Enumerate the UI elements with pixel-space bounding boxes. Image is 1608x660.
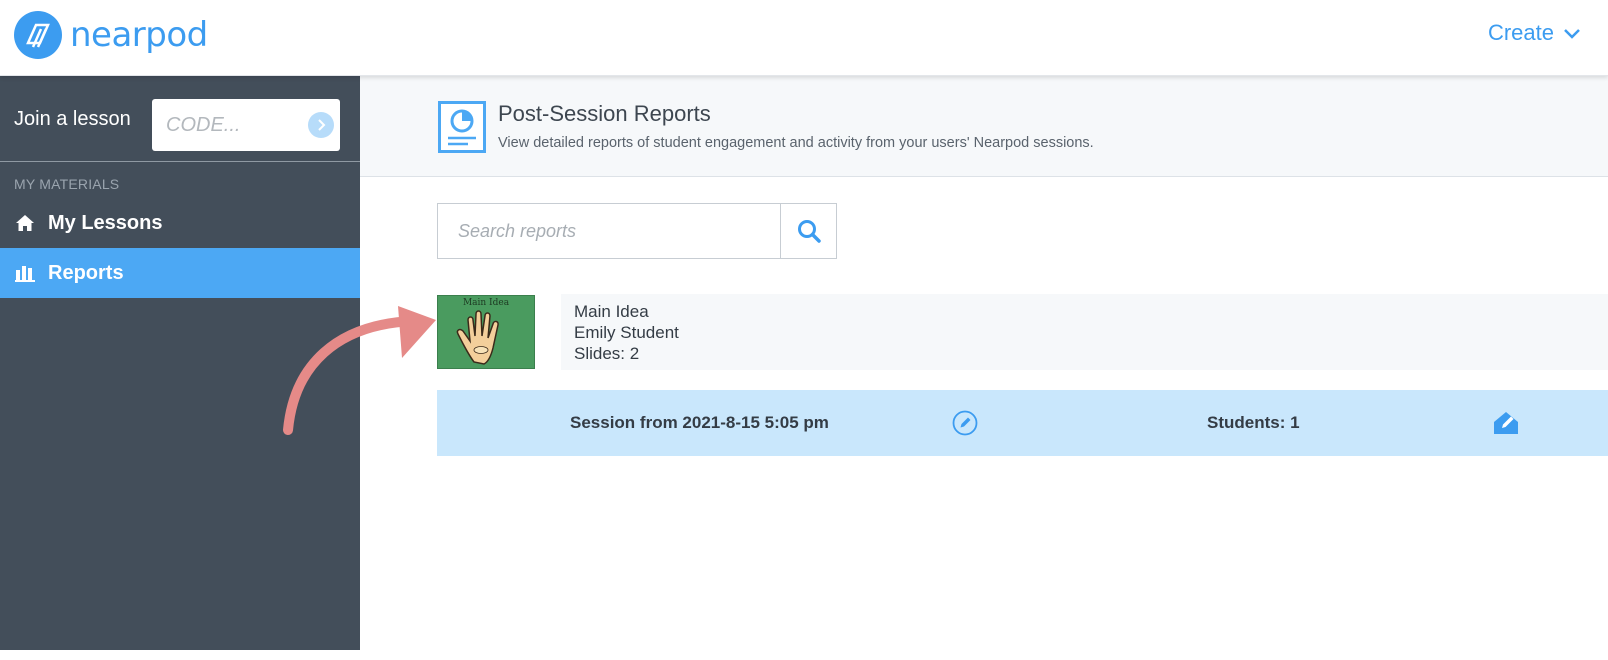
export-report-button[interactable] xyxy=(1492,408,1520,441)
report-document-icon xyxy=(438,101,486,153)
edit-session-button[interactable] xyxy=(952,410,978,441)
lesson-thumbnail[interactable]: Main Idea xyxy=(437,295,535,369)
join-code-box xyxy=(152,99,340,151)
search-bar xyxy=(437,203,837,259)
join-lesson-panel: Join a lesson xyxy=(0,76,360,162)
nearpod-logo-icon xyxy=(14,11,62,59)
thumbnail-caption: Main Idea xyxy=(462,298,510,308)
home-icon xyxy=(14,212,36,234)
lesson-card[interactable]: Main Idea Emily Student Slides: 2 xyxy=(561,294,1608,370)
top-bar: nearpod Create xyxy=(0,0,1608,76)
lesson-slide-count: Slides: 2 xyxy=(574,344,640,363)
pencil-circle-icon xyxy=(952,410,978,436)
search-button[interactable] xyxy=(780,204,836,258)
lesson-owner: Emily Student xyxy=(574,323,679,342)
session-date: Session from 2021-8-15 5:05 pm xyxy=(570,413,829,432)
page-title: Post-Session Reports xyxy=(498,101,711,126)
page-header: Post-Session Reports View detailed repor… xyxy=(360,76,1608,177)
sidebar-item-my-lessons[interactable]: My Lessons xyxy=(0,198,360,248)
nearpod-logo[interactable]: nearpod xyxy=(14,11,208,59)
sidebar-item-reports[interactable]: Reports xyxy=(0,248,360,298)
lesson-code-input[interactable] xyxy=(152,99,292,151)
lesson-title: Main Idea xyxy=(574,302,649,321)
session-student-count: Students: 1 xyxy=(1207,413,1300,432)
create-menu-button[interactable]: Create xyxy=(1488,20,1580,46)
sidebar-item-label: My Lessons xyxy=(48,211,163,234)
join-lesson-label: Join a lesson xyxy=(14,108,131,130)
bar-chart-icon xyxy=(14,262,36,284)
session-row[interactable]: Session from 2021-8-15 5:05 pm Students:… xyxy=(437,390,1608,456)
page-subtitle: View detailed reports of student engagem… xyxy=(498,135,1094,151)
annotation-arrow xyxy=(283,306,436,435)
search-reports-input[interactable] xyxy=(438,204,780,258)
sidebar-item-label: Reports xyxy=(48,261,124,284)
chevron-down-icon xyxy=(1564,29,1580,39)
search-icon xyxy=(797,220,821,243)
my-materials-heading: MY MATERIALS xyxy=(14,176,120,192)
export-icon xyxy=(1494,412,1518,434)
create-label: Create xyxy=(1487,20,1554,45)
join-go-button[interactable] xyxy=(308,112,334,138)
brand-name: nearpod xyxy=(70,15,208,55)
chevron-right-icon xyxy=(318,119,326,131)
